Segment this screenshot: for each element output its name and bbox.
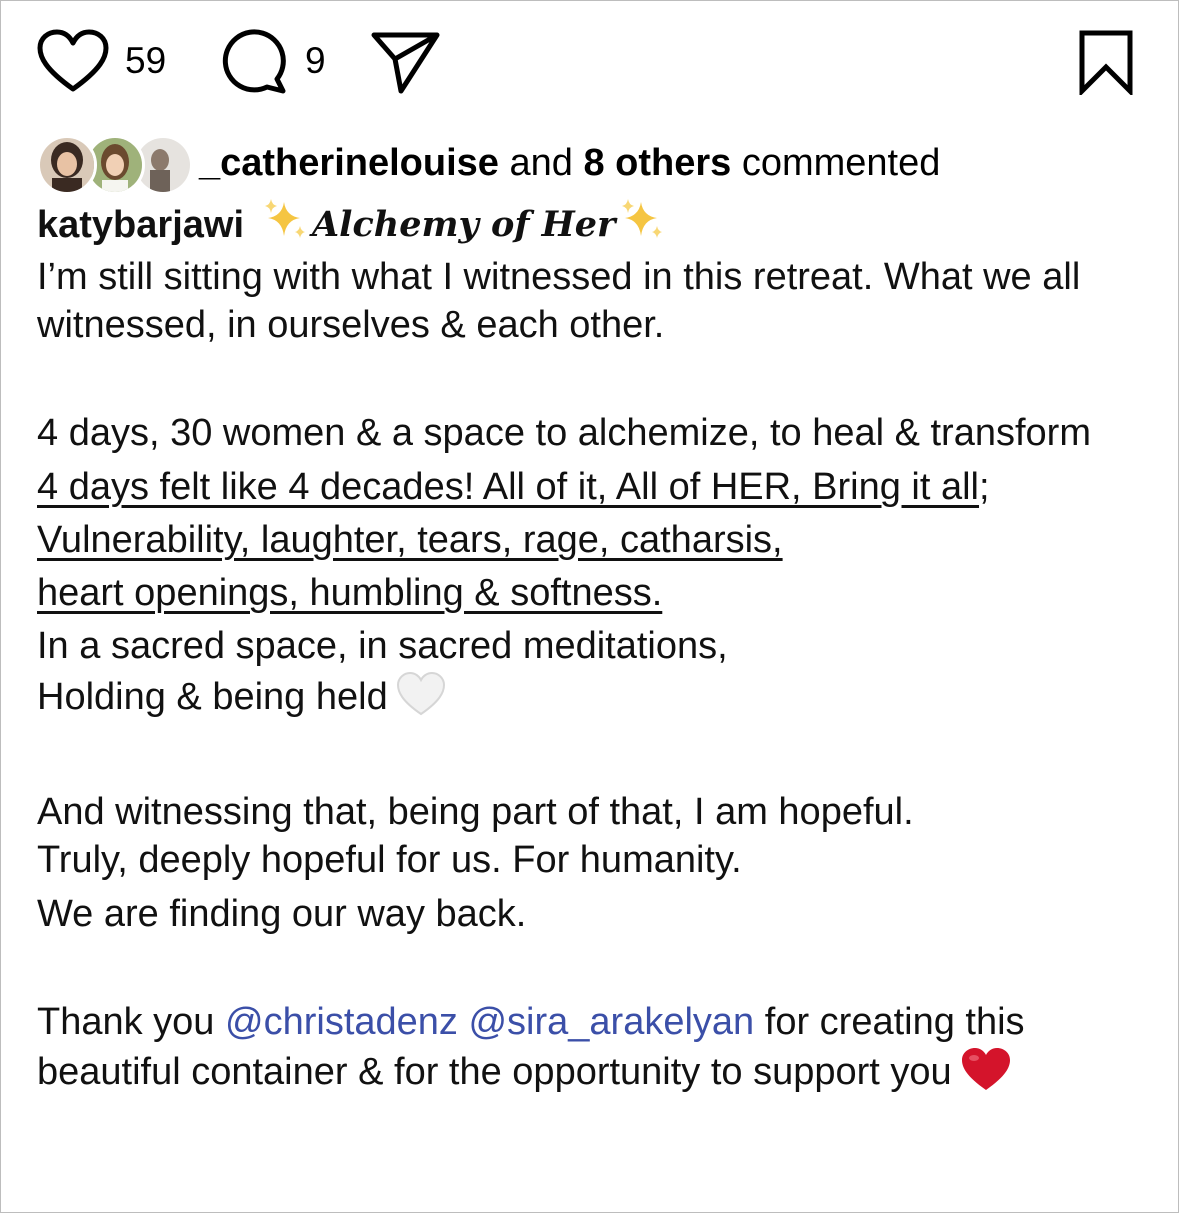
mention-link[interactable]: @christadenz [225,1001,458,1043]
comment-count: 9 [305,40,326,81]
share-send-icon[interactable] [371,29,441,100]
commenter-avatars[interactable] [37,133,193,195]
sparkles-icon [262,196,308,254]
caption-line-text: Holding & being held [37,676,388,718]
comment-bubble-icon[interactable] [221,29,287,100]
caption-author-username[interactable]: katybarjawi [37,201,244,249]
commenters-summary[interactable]: _catherinelouise and 8 others commented [37,131,940,195]
caption-line: In a sacred space, in sacred meditations… [37,625,728,667]
caption-underlined-line: 4 days felt like 4 decades! All of it, A… [37,461,1147,514]
caption-line: Truly, deeply hopeful for us. For humani… [37,839,742,881]
caption-text: Thank you [37,1001,215,1043]
caption-paragraph: I’m still sitting with what I witnessed … [37,256,1081,346]
caption-underlined-line: heart openings, humbling & softness. [37,567,1147,620]
caption-underlined-line: Vulnerability, laughter, tears, rage, ca… [37,514,1147,567]
post-actions-bar: 59 9 [37,29,1134,98]
commenters-text: _catherinelouise and 8 others commented [199,141,940,185]
red-heart-icon [960,1046,1012,1104]
commenter-username[interactable]: _catherinelouise [199,142,499,184]
underlined-text: 4 days felt like 4 decades! All of it, A… [37,466,980,508]
commenters-others[interactable]: 8 others [583,142,731,184]
post-frame: 59 9 _catherinelouise and 8 others comme… [0,0,1179,1213]
bookmark-icon[interactable] [1078,29,1134,100]
heart-outline-icon[interactable] [37,29,109,100]
underlined-tail: ; [979,466,990,508]
commenters-suffix: commented [741,142,941,184]
mention-link[interactable]: @sira_arakelyan [468,1001,754,1043]
like-count: 59 [125,40,167,81]
caption-title: Alchemy of Her [312,204,616,245]
caption-paragraph: Thank you @christadenz @sira_arakelyan f… [37,998,1147,1104]
post-caption: katybarjawi Alchemy of Her I’m still sit… [37,197,1147,1104]
caption-author-line: katybarjawi Alchemy of Her [37,197,1147,253]
caption-paragraph: 4 days, 30 women & a space to alchemize,… [37,412,1091,454]
caption-line: And witnessing that, being part of that,… [37,791,914,833]
caption-line: We are finding our way back. [37,893,527,935]
white-heart-icon [396,671,446,732]
sparkles-icon [619,196,665,254]
avatar[interactable] [37,135,97,195]
commenters-connector: and [509,142,573,184]
caption-line: Holding & being held [37,670,1147,732]
underlined-text: Vulnerability, laughter, tears, rage, ca… [37,519,783,561]
underlined-text: heart openings, humbling & softness. [37,572,663,614]
